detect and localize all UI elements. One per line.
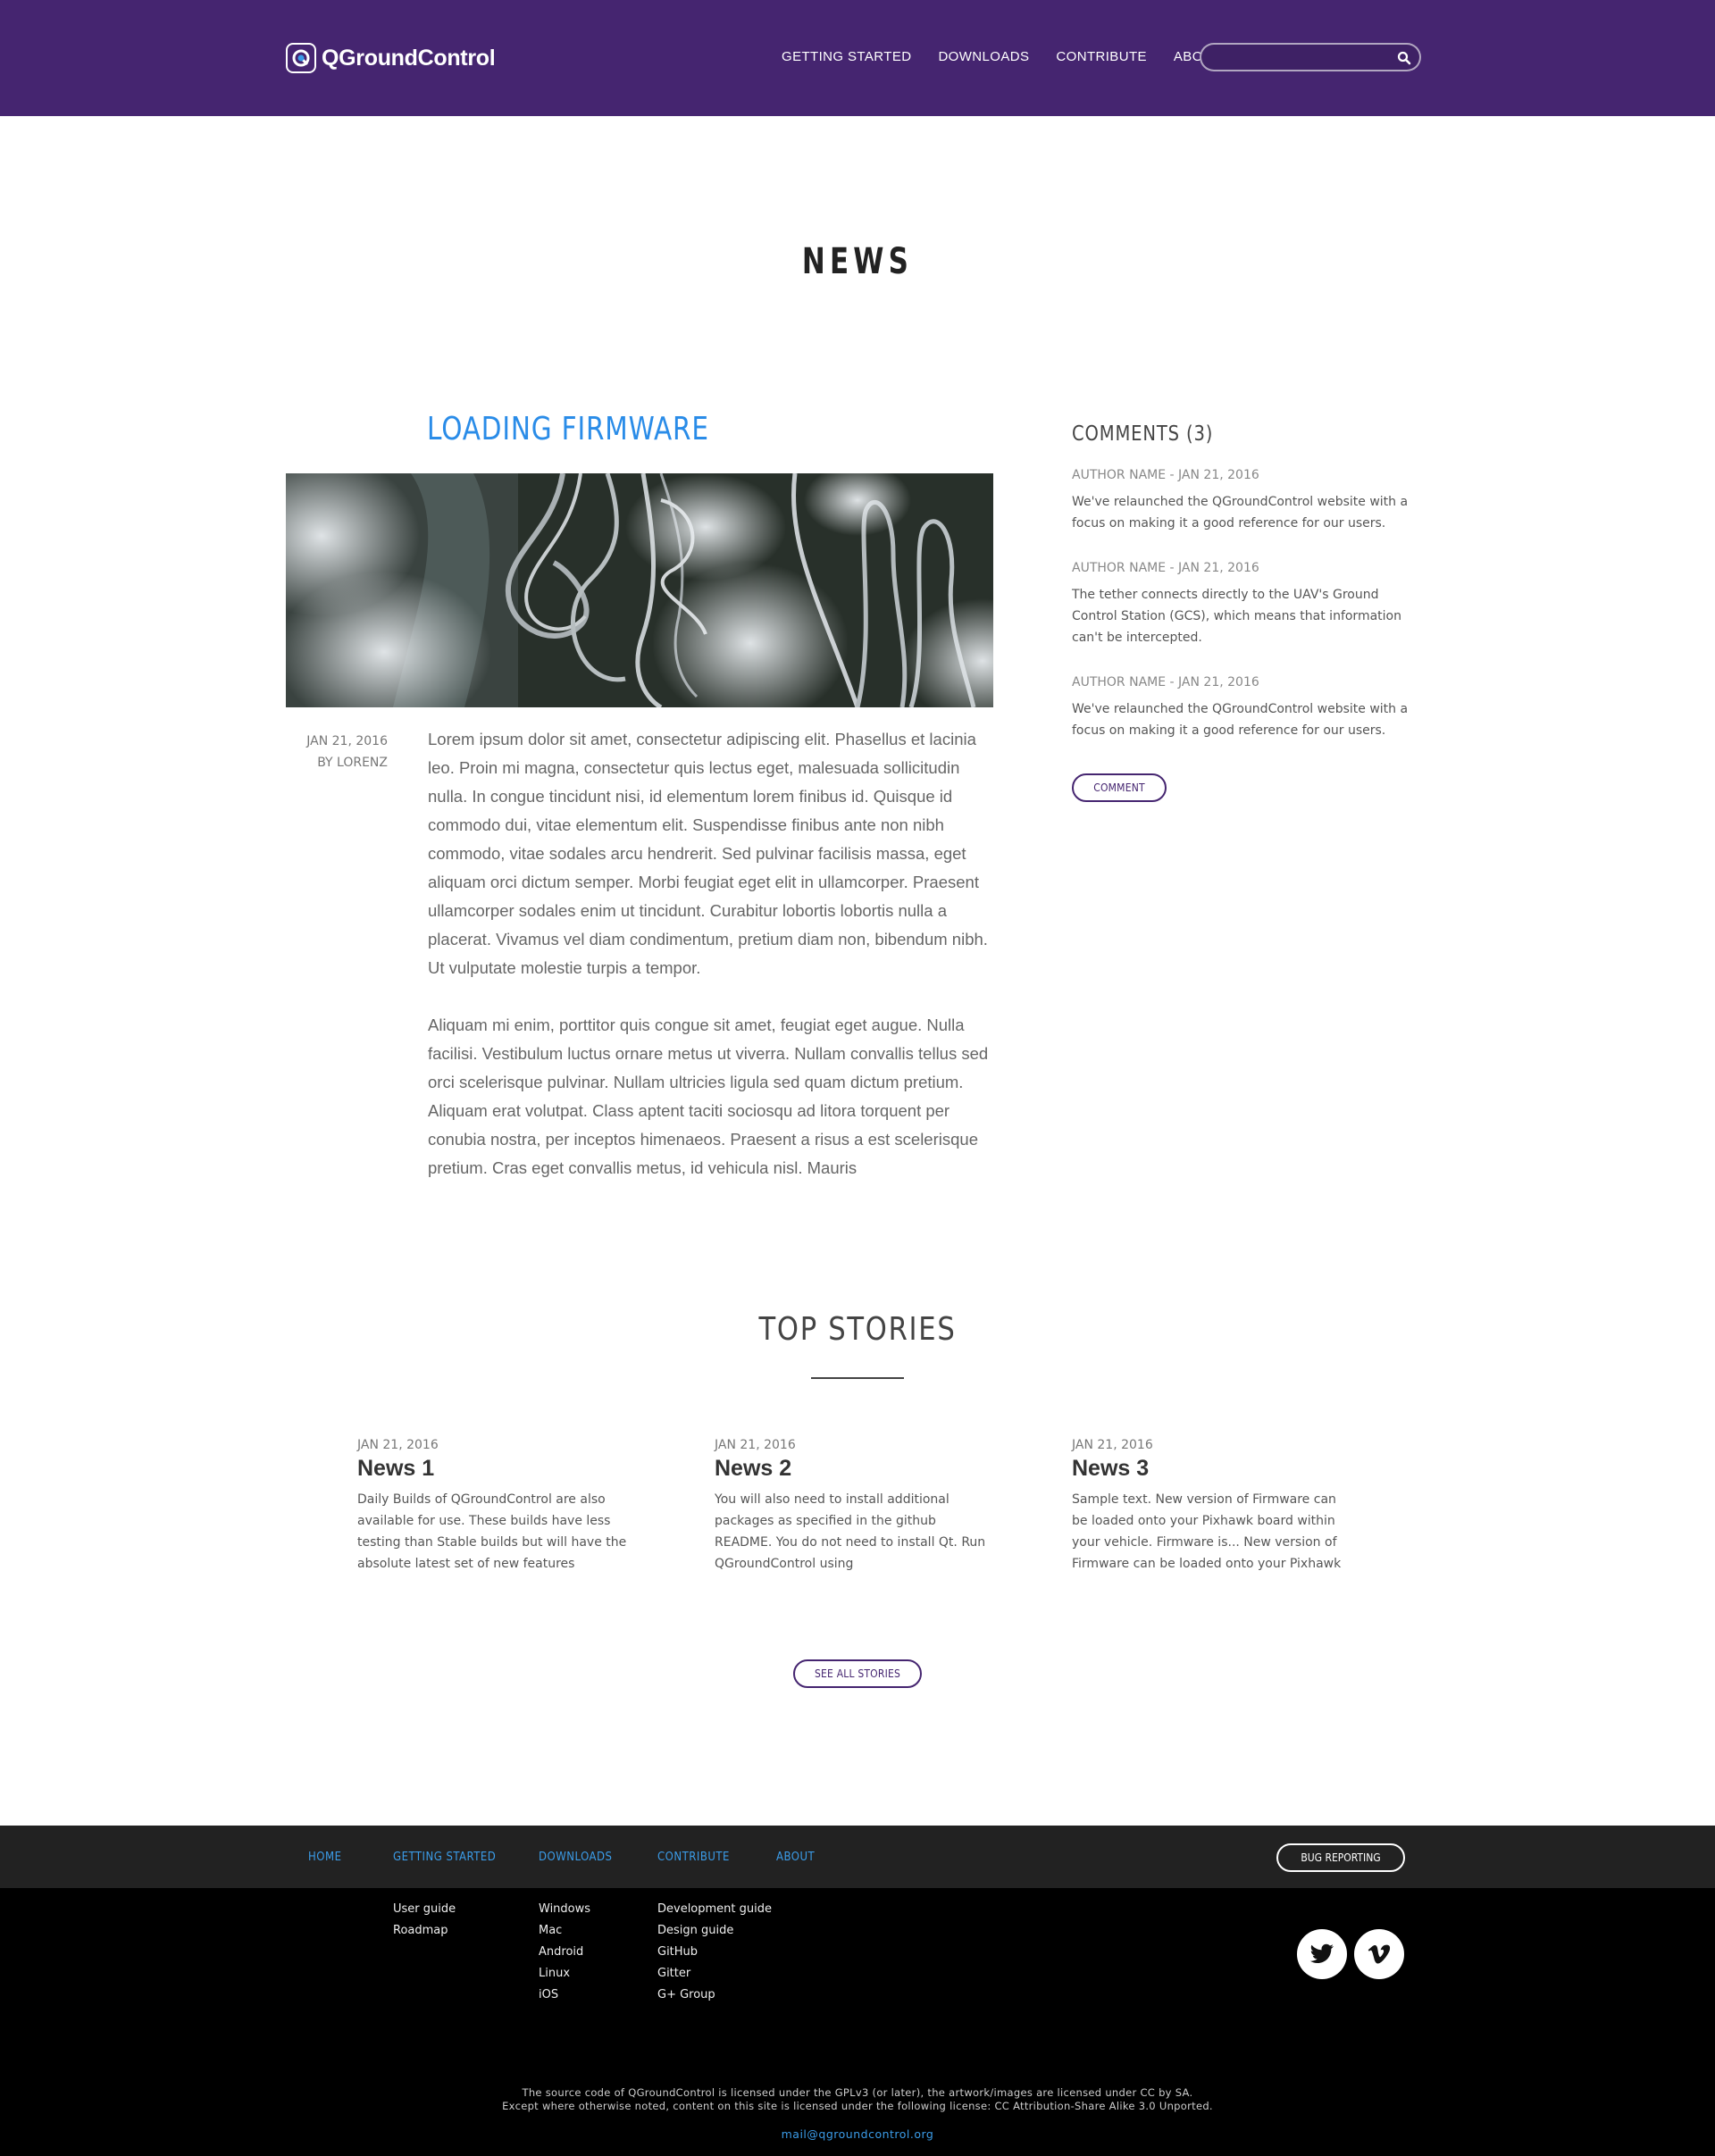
top-stories-title: TOP STORIES xyxy=(758,1311,957,1348)
license-text: The source code of QGroundControl is lic… xyxy=(0,2086,1715,2113)
story-title[interactable]: News 2 xyxy=(715,1456,991,1482)
story-excerpt: Sample text. New version of Firmware can… xyxy=(1072,1492,1342,1571)
footer-nav-getting-started[interactable]: GETTING STARTED xyxy=(393,1851,496,1864)
footer-link[interactable]: Development guide xyxy=(657,1899,772,1920)
vimeo-icon[interactable] xyxy=(1354,1929,1404,1979)
story-date: JAN 21, 2016 xyxy=(715,1438,796,1452)
story-card[interactable]: JAN 21, 2016 News 3 Sample text. New ver… xyxy=(1072,1438,1349,1575)
footer-main xyxy=(0,1888,1715,2156)
license-line: The source code of QGroundControl is lic… xyxy=(522,2086,1193,2099)
comment-button[interactable]: COMMENT xyxy=(1072,773,1167,802)
comment-text: We've relaunched the QGroundControl webs… xyxy=(1072,495,1409,531)
article-paragraph: Lorem ipsum dolor sit amet, consectetur … xyxy=(428,730,988,977)
story-date: JAN 21, 2016 xyxy=(1072,1438,1153,1452)
nav-downloads[interactable]: DOWNLOADS xyxy=(938,49,1029,64)
comment-item: AUTHOR NAME - JAN 21, 2016 We've relaunc… xyxy=(1072,675,1411,741)
footer-link[interactable]: Windows xyxy=(539,1899,590,1920)
search-icon[interactable] xyxy=(1396,50,1412,66)
footer-link[interactable]: User guide xyxy=(393,1899,456,1920)
footer-links-downloads: Windows Mac Android Linux iOS xyxy=(539,1899,590,2006)
bug-reporting-button[interactable]: BUG REPORTING xyxy=(1276,1843,1405,1872)
footer-links-contribute: Development guide Design guide GitHub Gi… xyxy=(657,1899,772,2006)
footer-nav-downloads[interactable]: DOWNLOADS xyxy=(539,1851,612,1864)
comment-text: The tether connects directly to the UAV'… xyxy=(1072,588,1401,645)
footer-link[interactable]: Gitter xyxy=(657,1963,772,1985)
site-logo[interactable]: QGroundControl xyxy=(286,43,496,73)
comment-text: We've relaunched the QGroundControl webs… xyxy=(1072,702,1409,738)
comments-title: COMMENTS (3) xyxy=(1072,422,1214,446)
story-title[interactable]: News 1 xyxy=(357,1456,634,1482)
footer-nav-contribute[interactable]: CONTRIBUTE xyxy=(657,1851,730,1864)
article-author: BY LORENZ xyxy=(317,756,388,770)
comment-item: AUTHOR NAME - JAN 21, 2016 The tether co… xyxy=(1072,561,1411,648)
article-date: JAN 21, 2016 xyxy=(306,734,388,748)
story-title[interactable]: News 3 xyxy=(1072,1456,1349,1482)
comment-meta: AUTHOR NAME - JAN 21, 2016 xyxy=(1072,675,1259,689)
footer-link[interactable]: GitHub xyxy=(657,1942,772,1963)
see-all-stories-button[interactable]: SEE ALL STORIES xyxy=(793,1659,922,1688)
search-box xyxy=(1200,43,1421,71)
story-excerpt: Daily Builds of QGroundControl are also … xyxy=(357,1492,627,1571)
story-excerpt: You will also need to install additional… xyxy=(715,1492,986,1571)
footer-link[interactable]: Android xyxy=(539,1942,590,1963)
logo-text: QGroundControl xyxy=(322,45,496,71)
footer-nav-bar xyxy=(0,1826,1715,1888)
story-card[interactable]: JAN 21, 2016 News 1 Daily Builds of QGro… xyxy=(357,1438,634,1575)
article-title[interactable]: LOADING FIRMWARE xyxy=(427,411,709,447)
twitter-icon[interactable] xyxy=(1297,1929,1347,1979)
article-meta: JAN 21, 2016 BY LORENZ xyxy=(286,731,388,773)
article-body-viewport: Lorem ipsum dolor sit amet, consectetur … xyxy=(420,714,1009,1181)
comment-meta: AUTHOR NAME - JAN 21, 2016 xyxy=(1072,561,1259,575)
main-nav: GETTING STARTED DOWNLOADS CONTRIBUTE ABO… xyxy=(782,49,1249,64)
nav-contribute[interactable]: CONTRIBUTE xyxy=(1056,49,1147,64)
comment-meta: AUTHOR NAME - JAN 21, 2016 xyxy=(1072,468,1259,482)
article-body: Lorem ipsum dolor sit amet, consectetur … xyxy=(428,725,1000,1181)
nav-getting-started[interactable]: GETTING STARTED xyxy=(782,49,911,64)
search-input[interactable] xyxy=(1214,48,1393,66)
site-header: QGroundControl GETTING STARTED DOWNLOADS… xyxy=(0,0,1715,116)
footer-link[interactable]: iOS xyxy=(539,1985,590,2006)
logo-icon xyxy=(286,43,316,73)
footer-nav-about[interactable]: ABOUT xyxy=(776,1851,815,1864)
footer-links-getting-started: User guide Roadmap xyxy=(393,1899,456,1942)
article-paragraph: Aliquam mi enim, porttitor quis congue s… xyxy=(428,1015,989,1177)
footer-nav-home[interactable]: HOME xyxy=(308,1851,341,1864)
story-date: JAN 21, 2016 xyxy=(357,1438,439,1452)
footer-link[interactable]: Linux xyxy=(539,1963,590,1985)
story-card[interactable]: JAN 21, 2016 News 2 You will also need t… xyxy=(715,1438,991,1575)
comment-item: AUTHOR NAME - JAN 21, 2016 We've relaunc… xyxy=(1072,468,1411,534)
footer-link[interactable]: Mac xyxy=(539,1920,590,1942)
license-line: Except where otherwise noted, content on… xyxy=(502,2100,1213,2112)
footer-link[interactable]: Roadmap xyxy=(393,1920,456,1942)
page-title: NEWS xyxy=(801,241,914,282)
article-hero-image xyxy=(286,473,993,707)
section-divider xyxy=(811,1377,904,1379)
footer-link[interactable]: G+ Group xyxy=(657,1985,772,2006)
contact-email-link[interactable]: mail@qgroundcontrol.org xyxy=(0,2127,1715,2141)
footer-link[interactable]: Design guide xyxy=(657,1920,772,1942)
